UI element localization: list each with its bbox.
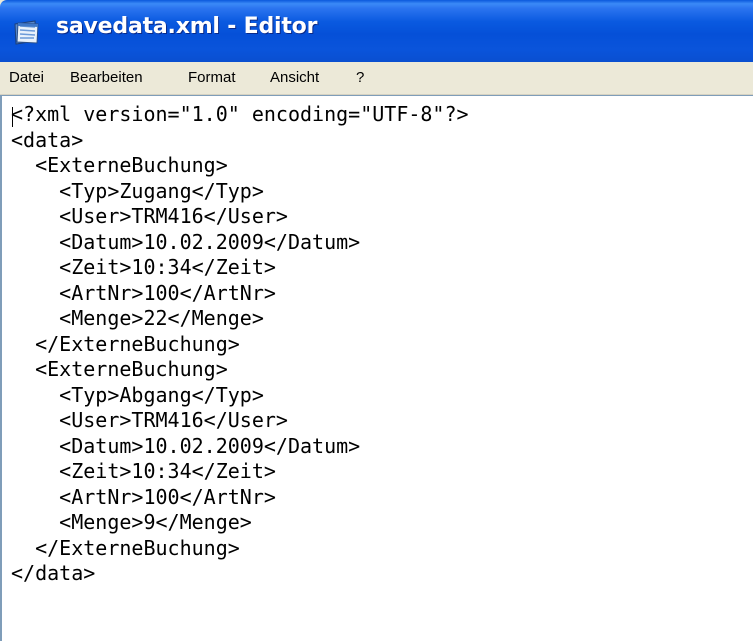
editor-line: <Zeit>10:34</Zeit> bbox=[11, 459, 276, 483]
editor-line: </data> bbox=[11, 561, 96, 585]
editor-line: <Zeit>10:34</Zeit> bbox=[11, 255, 276, 279]
menu-datei[interactable]: Datei bbox=[7, 68, 46, 87]
editor-line: <User>TRM416</User> bbox=[11, 408, 288, 432]
text-caret bbox=[12, 107, 13, 127]
menu-bar: Datei Bearbeiten Format Ansicht ? bbox=[0, 62, 753, 95]
title-bar[interactable]: savedata.xml - Editor bbox=[0, 0, 753, 62]
editor-line: <data> bbox=[11, 127, 84, 152]
text-editor-area[interactable]: <?xml version="1.0" encoding="UTF-8"?> <… bbox=[0, 95, 753, 641]
editor-line: <ArtNr>100</ArtNr> bbox=[11, 484, 276, 509]
menu-format[interactable]: Format bbox=[186, 68, 238, 87]
editor-line: </ExterneBuchung> bbox=[11, 535, 240, 560]
notepad-window: savedata.xml - Editor Datei Bearbeiten F… bbox=[0, 0, 753, 641]
editor-line: <?xml version="1.0" encoding="UTF-8"?> bbox=[11, 102, 469, 126]
editor-line: </ExterneBuchung> bbox=[11, 331, 240, 356]
editor-text[interactable]: <?xml version="1.0" encoding="UTF-8"?> <… bbox=[11, 102, 469, 587]
editor-line: <Datum>10.02.2009</Datum> bbox=[11, 433, 361, 458]
menu-bearbeiten[interactable]: Bearbeiten bbox=[68, 68, 145, 87]
editor-line: <User>TRM416</User> bbox=[11, 204, 288, 228]
menu-help[interactable]: ? bbox=[354, 68, 366, 87]
editor-line: <ArtNr>100</ArtNr> bbox=[11, 280, 276, 305]
notepad-icon[interactable] bbox=[12, 20, 42, 46]
window-title: savedata.xml - Editor bbox=[56, 14, 318, 39]
editor-line: <ExterneBuchung> bbox=[11, 357, 228, 381]
editor-line: <Typ>Zugang</Typ> bbox=[11, 178, 264, 203]
menu-ansicht[interactable]: Ansicht bbox=[268, 68, 321, 87]
editor-line: <Typ>Abgang</Typ> bbox=[11, 382, 264, 407]
editor-line: <Menge>22</Menge> bbox=[11, 306, 264, 330]
editor-line: <Menge>9</Menge> bbox=[11, 510, 252, 534]
editor-line: <ExterneBuchung> bbox=[11, 153, 228, 177]
editor-line: <Datum>10.02.2009</Datum> bbox=[11, 229, 361, 254]
